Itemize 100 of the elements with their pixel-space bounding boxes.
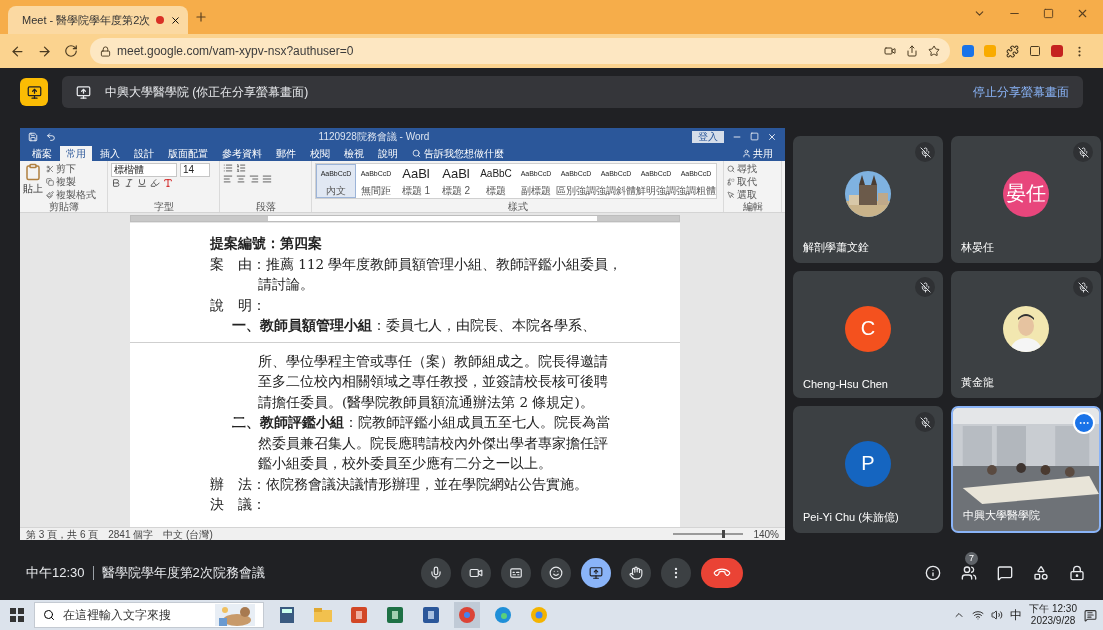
camera-button[interactable]	[461, 557, 491, 588]
document-line: 鑑小組委員，校外委員至少應有二分之一以上。	[257, 454, 553, 473]
browser-tab[interactable]: Meet - 醫學院學年度第2次	[8, 6, 188, 34]
participant-name: 黃金龍	[961, 375, 994, 390]
reload-icon[interactable]	[64, 44, 78, 58]
font-name-field[interactable]: 標楷體	[111, 163, 177, 177]
participant-tile[interactable]: 中興大學醫學院	[951, 406, 1101, 533]
share-button[interactable]: 共用	[736, 146, 779, 161]
highlighter-icon[interactable]	[150, 178, 160, 188]
scissors-icon	[46, 165, 54, 173]
avatar: P	[845, 440, 891, 487]
copy-icon	[46, 178, 54, 186]
taskbar-time: 下午 12:30	[1029, 603, 1077, 615]
group-label: 樣式	[507, 201, 528, 212]
captions-button[interactable]	[501, 557, 531, 588]
present-button[interactable]	[581, 557, 611, 588]
input-method-indicator[interactable]: 中	[1010, 606, 1023, 624]
taskbar-search-field[interactable]: 在這裡輸入文字來搜	[34, 602, 264, 628]
ribbon-tab[interactable]: 版面配置	[162, 146, 214, 161]
participant-tile[interactable]: 解剖學蕭文銓	[793, 136, 943, 263]
search-input[interactable]: 在這裡輸入文字來搜	[61, 607, 209, 623]
ribbon-tab[interactable]: 設計	[128, 146, 160, 161]
ribbon-tab[interactable]: 參考資料	[216, 146, 268, 161]
restore-icon	[750, 132, 759, 141]
document-line: 至多二位校內相關領域之專任教授，並簽請校長核可後聘	[257, 372, 609, 391]
participant-tile[interactable]: 晏任 林晏任	[951, 136, 1101, 263]
profile-icon[interactable]	[1051, 45, 1063, 57]
replace-button[interactable]: 取代	[727, 176, 757, 188]
ribbon-tab[interactable]: 插入	[94, 146, 126, 161]
network-icon	[972, 609, 985, 621]
notification-icon	[1084, 608, 1097, 622]
participant-tile[interactable]: P Pei-Yi Chu (朱旆億)	[793, 406, 943, 533]
bold-icon[interactable]	[111, 178, 121, 188]
sign-in-button[interactable]: 登入	[692, 130, 724, 143]
participant-tile[interactable]: C Cheng-Hsu Chen	[793, 271, 943, 398]
font-color-icon[interactable]	[163, 178, 173, 188]
meeting-time: 中午12:30	[26, 563, 85, 582]
windows-start-icon[interactable]	[10, 608, 24, 622]
presentation-icon[interactable]	[20, 78, 48, 106]
info-icon[interactable]	[925, 564, 941, 581]
italic-icon[interactable]	[124, 178, 134, 188]
copy-button[interactable]: 複製	[46, 176, 96, 188]
host-controls-icon[interactable]	[1069, 564, 1085, 581]
select-button[interactable]: 選取	[727, 189, 757, 201]
document-line: 二、教師評鑑小組：院教師評鑑小組成員五至七人。院長為當	[231, 413, 611, 432]
page-count: 第 3 頁，共 6 頁	[26, 528, 99, 540]
ribbon-tab[interactable]: 檢視	[338, 146, 370, 161]
extension-icon[interactable]	[962, 45, 974, 57]
ribbon-tab[interactable]: 說明	[372, 146, 404, 161]
paste-button[interactable]: 貼上	[23, 163, 43, 196]
browser-app-icon[interactable]	[454, 602, 480, 628]
ribbon-tab[interactable]: 郵件	[270, 146, 302, 161]
participant-name: 中興大學醫學院	[963, 508, 1040, 523]
group-label: 字型	[153, 201, 174, 212]
leave-call-button[interactable]	[701, 557, 743, 588]
activities-icon[interactable]	[1033, 564, 1049, 581]
numbered-list-icon[interactable]	[236, 163, 246, 173]
participant-name: 林晏任	[961, 240, 994, 255]
document-line: 所、學位學程主管或專任（案）教師組成之。院長得邀請	[257, 351, 609, 371]
format-painter-button[interactable]: 複製格式	[46, 189, 96, 201]
participant-name: Pei-Yi Chu (朱旆億)	[803, 510, 899, 525]
meeting-title: 醫學院學年度第2次院務會議	[101, 563, 265, 582]
group-label: 編輯	[742, 201, 763, 212]
document-title: 1120928院務會議 - Word	[317, 129, 431, 144]
font-size-field[interactable]: 14	[180, 163, 210, 177]
tab-title: Meet - 醫學院學年度第2次	[22, 12, 151, 28]
raise-hand-button[interactable]	[621, 557, 651, 588]
back-icon[interactable]	[10, 43, 25, 59]
emoji-button[interactable]	[541, 557, 571, 588]
close-icon	[767, 131, 777, 142]
participant-tile[interactable]: 黃金龍	[951, 271, 1101, 398]
zoom-thumb[interactable]	[722, 530, 726, 538]
document-line: 決 議：	[210, 495, 267, 514]
undo-icon	[46, 131, 56, 142]
language-status: 中文 (台灣)	[163, 528, 213, 540]
microphone-button[interactable]	[421, 557, 451, 588]
tell-me-search[interactable]: 告訴我您想做什麼	[406, 146, 510, 161]
ribbon-tab[interactable]: 校閱	[304, 146, 336, 161]
close-icon[interactable]	[170, 14, 182, 26]
presenting-label: 中興大學醫學院 (你正在分享螢幕畫面)	[105, 83, 309, 101]
camera-icon	[884, 45, 896, 57]
find-button[interactable]: 尋找	[727, 163, 757, 175]
chat-icon[interactable]	[997, 564, 1013, 581]
document-line: 案 由：推薦 112 學年度教師員額管理小組、教師評鑑小組委員，	[210, 254, 624, 274]
search-icon	[43, 609, 55, 621]
cut-button[interactable]: 剪下	[46, 163, 96, 175]
avatar: C	[845, 305, 891, 352]
document-line: 辦 法：依院務會議決議情形辦理，並在學院網站公告實施。	[210, 474, 589, 494]
avatar: 晏任	[1003, 170, 1049, 217]
ribbon-tab[interactable]: 檔案	[26, 146, 58, 161]
people-icon[interactable]	[961, 564, 977, 581]
stop-sharing-link[interactable]: 停止分享螢幕畫面	[973, 83, 1069, 101]
restore-icon[interactable]	[1043, 6, 1054, 20]
ribbon-tab[interactable]: 常用	[60, 146, 92, 161]
forward-icon[interactable]	[37, 43, 52, 59]
underline-icon[interactable]	[137, 178, 147, 188]
address-bar[interactable]: meet.google.com/vam-xypv-nsx?authuser=0	[90, 38, 950, 64]
captions-icon	[509, 565, 523, 580]
present-icon	[76, 84, 91, 100]
participant-name: 解剖學蕭文銓	[803, 240, 869, 255]
